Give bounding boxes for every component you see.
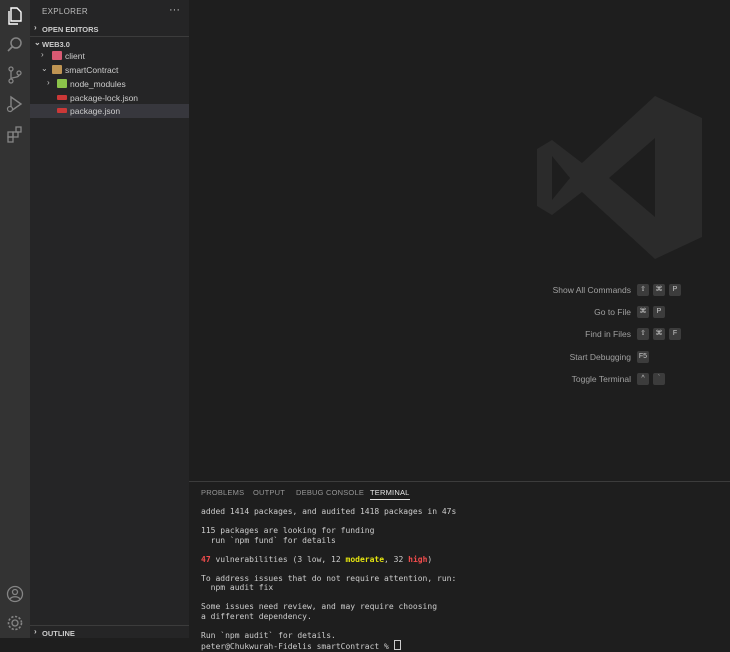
shortcut-label: Start Debugging bbox=[569, 352, 631, 362]
key-p: P bbox=[669, 284, 681, 296]
key-cmd: ⌘ bbox=[637, 306, 649, 318]
explorer-title: EXPLORER bbox=[42, 7, 88, 16]
shortcut-label: Show All Commands bbox=[552, 285, 631, 295]
shortcut-toggle-terminal: Toggle Terminal ^ ` bbox=[439, 373, 699, 387]
bottom-panel: PROBLEMS OUTPUT DEBUG CONSOLE TERMINAL a… bbox=[189, 481, 730, 651]
key-f5: F5 bbox=[637, 351, 649, 363]
open-editors-header[interactable]: › OPEN EDITORS bbox=[30, 22, 189, 36]
tab-debug-console[interactable]: DEBUG CONSOLE bbox=[296, 488, 364, 497]
terminal-line: 115 packages are looking for funding bbox=[201, 526, 375, 535]
shortcut-label: Toggle Terminal bbox=[571, 374, 631, 384]
outline-label: OUTLINE bbox=[42, 629, 75, 638]
tree-item-label: node_modules bbox=[70, 79, 126, 89]
tab-terminal[interactable]: TERMINAL bbox=[370, 488, 410, 500]
folder-node-icon bbox=[57, 79, 67, 88]
folder-open-icon bbox=[52, 65, 62, 74]
tree-item-node-modules[interactable]: › node_modules bbox=[30, 77, 189, 91]
keybinding: ^ ` bbox=[637, 373, 665, 385]
folder-client-icon bbox=[52, 51, 62, 60]
tab-problems[interactable]: PROBLEMS bbox=[201, 488, 244, 497]
terminal-line: a different dependency. bbox=[201, 611, 312, 621]
key-backtick: ` bbox=[653, 373, 665, 385]
explorer-sidebar: EXPLORER ··· › OPEN EDITORS ⌄ WEB3.0 › c… bbox=[30, 0, 189, 638]
chevron-right-icon: › bbox=[34, 627, 37, 636]
terminal-line: Run `npm audit` for details. bbox=[201, 630, 336, 640]
shortcut-label: Go to File bbox=[594, 307, 631, 317]
more-actions-icon[interactable]: ··· bbox=[169, 4, 180, 16]
shortcut-go-to-file: Go to File ⌘ P bbox=[439, 306, 699, 320]
terminal-line: run `npm fund` for details bbox=[201, 535, 336, 545]
tree-item-smartcontract[interactable]: ⌄ smartContract bbox=[30, 63, 189, 77]
search-icon[interactable] bbox=[5, 35, 25, 55]
vuln-moderate: moderate bbox=[345, 554, 385, 564]
npm-file-icon bbox=[57, 108, 67, 113]
chevron-right-icon: › bbox=[34, 23, 37, 32]
editor-area: Show All Commands ⇧ ⌘ P Go to File ⌘ P F… bbox=[189, 0, 730, 481]
tree-item-label: package.json bbox=[70, 106, 121, 116]
terminal-text: vulnerabilities (3 low, 12 bbox=[210, 554, 346, 564]
tree-item-label: client bbox=[65, 51, 85, 61]
chevron-right-icon: › bbox=[47, 78, 50, 87]
chevron-down-icon: ⌄ bbox=[34, 38, 41, 47]
run-debug-icon[interactable] bbox=[5, 94, 25, 114]
open-editors-label: OPEN EDITORS bbox=[42, 25, 99, 34]
terminal-line: To address issues that do not require at… bbox=[201, 573, 457, 583]
key-p: P bbox=[653, 306, 665, 318]
activity-bar bbox=[0, 0, 30, 638]
npm-file-icon bbox=[57, 95, 67, 100]
terminal-line: npm audit fix bbox=[201, 583, 274, 592]
chevron-down-icon: ⌄ bbox=[41, 64, 48, 73]
shortcut-show-all-commands: Show All Commands ⇧ ⌘ P bbox=[439, 284, 699, 298]
terminal-text: , 32 bbox=[384, 554, 409, 564]
key-cmd: ⌘ bbox=[653, 328, 665, 340]
vuln-count: 47 bbox=[201, 554, 211, 564]
key-shift: ⇧ bbox=[637, 284, 649, 296]
tree-item-client[interactable]: › client bbox=[30, 49, 189, 63]
keybinding: F5 bbox=[637, 351, 649, 363]
terminal-output[interactable]: added 1414 packages, and audited 1418 pa… bbox=[201, 507, 721, 652]
account-icon[interactable] bbox=[5, 584, 25, 604]
tree-item-label: smartContract bbox=[65, 65, 119, 75]
terminal-cursor bbox=[393, 640, 401, 650]
tree-item-package-json[interactable]: package.json bbox=[30, 104, 189, 118]
vuln-high: high bbox=[408, 554, 428, 564]
terminal-line: added 1414 packages, and audited 1418 pa… bbox=[201, 507, 457, 516]
terminal-line: Some issues need review, and may require… bbox=[201, 602, 438, 611]
key-f: F bbox=[669, 328, 681, 340]
key-shift: ⇧ bbox=[637, 328, 649, 340]
shortcut-label: Find in Files bbox=[585, 329, 631, 339]
workspace-label: WEB3.0 bbox=[42, 40, 70, 49]
shortcut-start-debugging: Start Debugging F5 bbox=[439, 351, 699, 365]
settings-gear-icon[interactable] bbox=[5, 613, 25, 633]
extensions-icon[interactable] bbox=[5, 124, 25, 144]
tab-output[interactable]: OUTPUT bbox=[253, 488, 285, 497]
keybinding: ⌘ P bbox=[637, 306, 665, 318]
key-cmd: ⌘ bbox=[653, 284, 665, 296]
shortcut-find-in-files: Find in Files ⇧ ⌘ F bbox=[439, 328, 699, 342]
tree-item-label: package-lock.json bbox=[70, 93, 139, 103]
chevron-right-icon: › bbox=[41, 50, 44, 59]
key-ctrl: ^ bbox=[637, 373, 649, 385]
terminal-prompt: peter@Chukwurah-Fidelis smartContract % bbox=[201, 642, 394, 651]
tree-item-package-lock[interactable]: package-lock.json bbox=[30, 91, 189, 105]
terminal-text: ) bbox=[427, 554, 433, 564]
vscode-logo-watermark-icon bbox=[537, 96, 702, 259]
keybinding: ⇧ ⌘ F bbox=[637, 328, 681, 340]
explorer-files-icon[interactable] bbox=[5, 6, 25, 26]
keybinding: ⇧ ⌘ P bbox=[637, 284, 681, 296]
source-control-icon[interactable] bbox=[5, 65, 25, 85]
